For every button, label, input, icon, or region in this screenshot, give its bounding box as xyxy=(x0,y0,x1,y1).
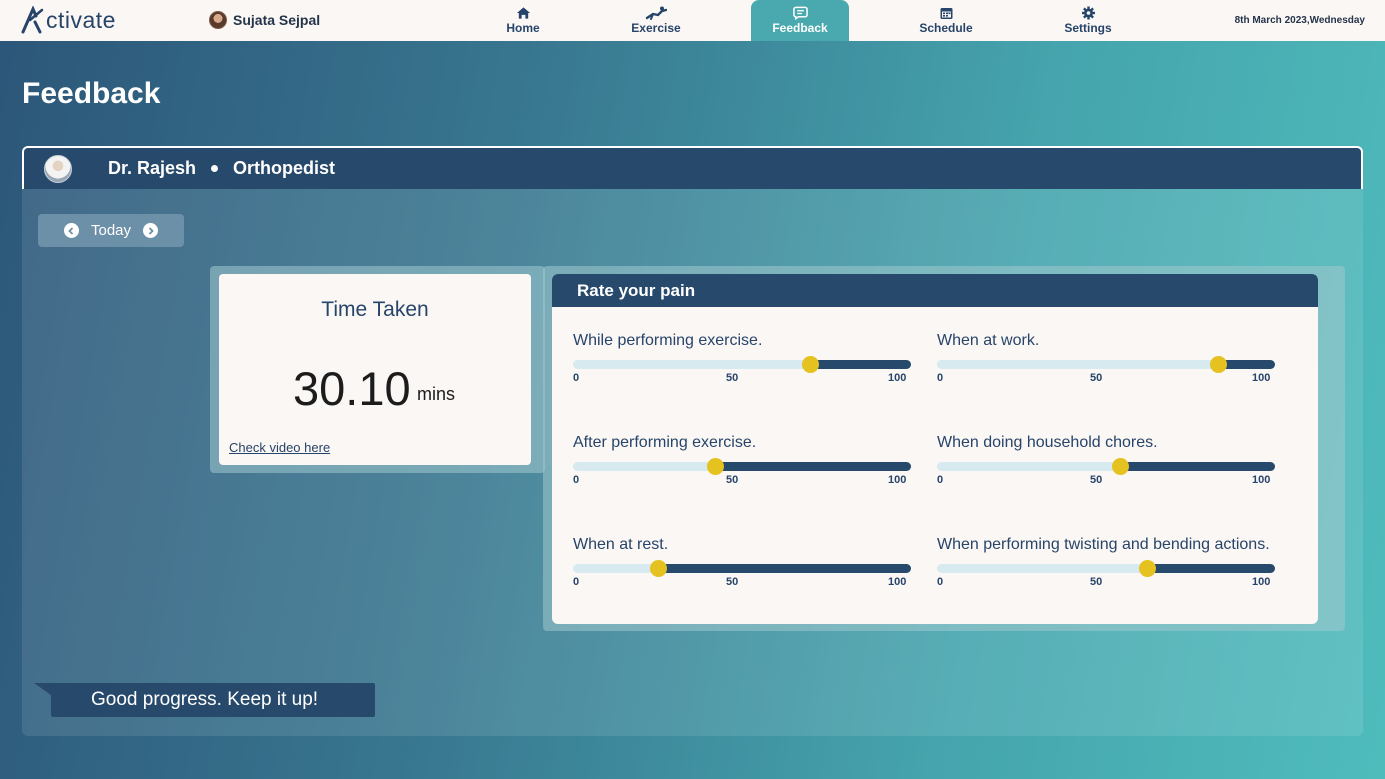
pain-slider[interactable] xyxy=(937,458,1275,475)
doctor-bar: Dr. Rajesh Orthopedist xyxy=(22,146,1363,189)
tick-label: 100 xyxy=(1252,474,1271,486)
feedback-message: Good progress. Keep it up! xyxy=(51,683,375,717)
time-taken-title: Time Taken xyxy=(321,298,429,321)
logo-text: ctivate xyxy=(46,6,116,33)
pain-slider[interactable] xyxy=(573,560,911,577)
pain-slider-fill xyxy=(1119,462,1275,471)
gear-icon xyxy=(1081,6,1095,20)
pain-slider-label: While performing exercise. xyxy=(573,332,763,349)
nav-schedule[interactable]: Schedule xyxy=(915,0,977,41)
tick-label: 100 xyxy=(1252,576,1271,588)
logo-a-icon xyxy=(21,6,44,34)
pain-slider-thumb[interactable] xyxy=(1111,458,1129,475)
doctor-avatar xyxy=(44,154,72,183)
pain-slider-thumb[interactable] xyxy=(801,356,819,373)
pain-slider-fill xyxy=(657,564,911,573)
rate-pain-title: Rate your pain xyxy=(552,274,1318,307)
time-taken-value: 30.10 xyxy=(293,362,411,415)
tick-label: 0 xyxy=(573,576,580,588)
user-profile[interactable]: Sujata Sejpal xyxy=(209,11,320,29)
nav-feedback[interactable]: Feedback xyxy=(751,0,849,41)
time-taken-unit: mins xyxy=(417,384,456,404)
tick-label: 50 xyxy=(726,372,739,384)
tick-label: 50 xyxy=(1090,372,1103,384)
exercise-icon xyxy=(645,6,667,20)
pain-slider-label: When performing twisting and bending act… xyxy=(937,536,1270,553)
message-bubble-tail xyxy=(34,683,51,695)
pain-slider-ticks: 0 50 100 xyxy=(573,576,913,590)
pain-slider-fill xyxy=(1146,564,1275,573)
calendar-icon xyxy=(940,8,952,19)
day-navigator: Today xyxy=(38,214,184,247)
nav-home[interactable]: Home xyxy=(497,0,549,41)
pain-slider-thumb[interactable] xyxy=(1138,560,1156,577)
doctor-role: Orthopedist xyxy=(233,158,336,178)
tick-label: 0 xyxy=(937,576,944,588)
tick-label: 0 xyxy=(573,474,580,486)
tick-label: 50 xyxy=(726,576,739,588)
pain-slider-group: When performing twisting and bending act… xyxy=(937,536,1277,590)
app-logo[interactable]: ctivate xyxy=(20,5,116,35)
pain-slider-group: After performing exercise. 0 50 100 xyxy=(573,434,913,488)
chevron-left-icon xyxy=(68,226,74,235)
pain-slider[interactable] xyxy=(937,560,1275,577)
home-icon xyxy=(516,7,530,19)
pain-slider[interactable] xyxy=(573,458,911,475)
nav-home-label: Home xyxy=(506,21,540,35)
current-date: 8th March 2023,Wednesday xyxy=(1234,15,1365,26)
pain-slider-label: After performing exercise. xyxy=(573,434,757,451)
nav-settings[interactable]: Settings xyxy=(1060,0,1116,41)
tick-label: 50 xyxy=(1090,576,1103,588)
tick-label: 0 xyxy=(937,474,944,486)
page-title: Feedback xyxy=(22,77,161,110)
top-nav-bar: ctivate Sujata Sejpal Home Exercise Feed… xyxy=(0,0,1385,41)
pain-slider[interactable] xyxy=(573,356,911,373)
check-video-link[interactable]: Check video here xyxy=(229,440,330,455)
tick-label: 0 xyxy=(937,372,944,384)
pain-slider-ticks: 0 50 100 xyxy=(573,474,913,488)
next-day-button[interactable] xyxy=(143,223,159,238)
nav-exercise[interactable]: Exercise xyxy=(624,0,688,41)
tick-label: 50 xyxy=(726,474,739,486)
doctor-name: Dr. Rajesh xyxy=(108,158,197,178)
pain-slider-thumb[interactable] xyxy=(706,458,724,475)
tick-label: 100 xyxy=(888,576,907,588)
pain-slider-ticks: 0 50 100 xyxy=(937,474,1277,488)
pain-slider-fill xyxy=(714,462,911,471)
user-name: Sujata Sejpal xyxy=(233,12,321,28)
pain-slider-label: When at rest. xyxy=(573,536,669,553)
prev-day-button[interactable] xyxy=(63,223,79,238)
nav-feedback-label: Feedback xyxy=(772,21,828,35)
chevron-right-icon xyxy=(148,226,154,235)
day-label: Today xyxy=(90,222,132,239)
pain-slider[interactable] xyxy=(937,356,1275,373)
tick-label: 100 xyxy=(888,474,907,486)
pain-slider-group: While performing exercise. 0 50 100 xyxy=(573,332,913,386)
pain-slider-group: When at rest. 0 50 100 xyxy=(573,536,913,590)
pain-slider-label: When at work. xyxy=(937,332,1040,349)
pain-slider-thumb[interactable] xyxy=(1209,356,1227,373)
feedback-icon xyxy=(792,6,808,20)
pain-slider-group: When at work. 0 50 100 xyxy=(937,332,1277,386)
pain-slider-thumb[interactable] xyxy=(649,560,667,577)
tick-label: 100 xyxy=(1252,372,1271,384)
pain-slider-ticks: 0 50 100 xyxy=(937,372,1277,386)
tick-label: 100 xyxy=(888,372,907,384)
tick-label: 0 xyxy=(573,372,580,384)
pain-slider-ticks: 0 50 100 xyxy=(937,576,1277,590)
nav-settings-label: Settings xyxy=(1064,21,1112,35)
pain-slider-label: When doing household chores. xyxy=(937,434,1158,451)
tick-label: 50 xyxy=(1090,474,1103,486)
pain-slider-ticks: 0 50 100 xyxy=(573,372,913,386)
user-avatar xyxy=(209,11,227,29)
nav-schedule-label: Schedule xyxy=(919,21,973,35)
separator-dot xyxy=(211,165,219,172)
pain-slider-group: When doing household chores. 0 50 100 xyxy=(937,434,1277,488)
pain-slider-fill xyxy=(809,360,911,369)
nav-exercise-label: Exercise xyxy=(631,21,681,35)
